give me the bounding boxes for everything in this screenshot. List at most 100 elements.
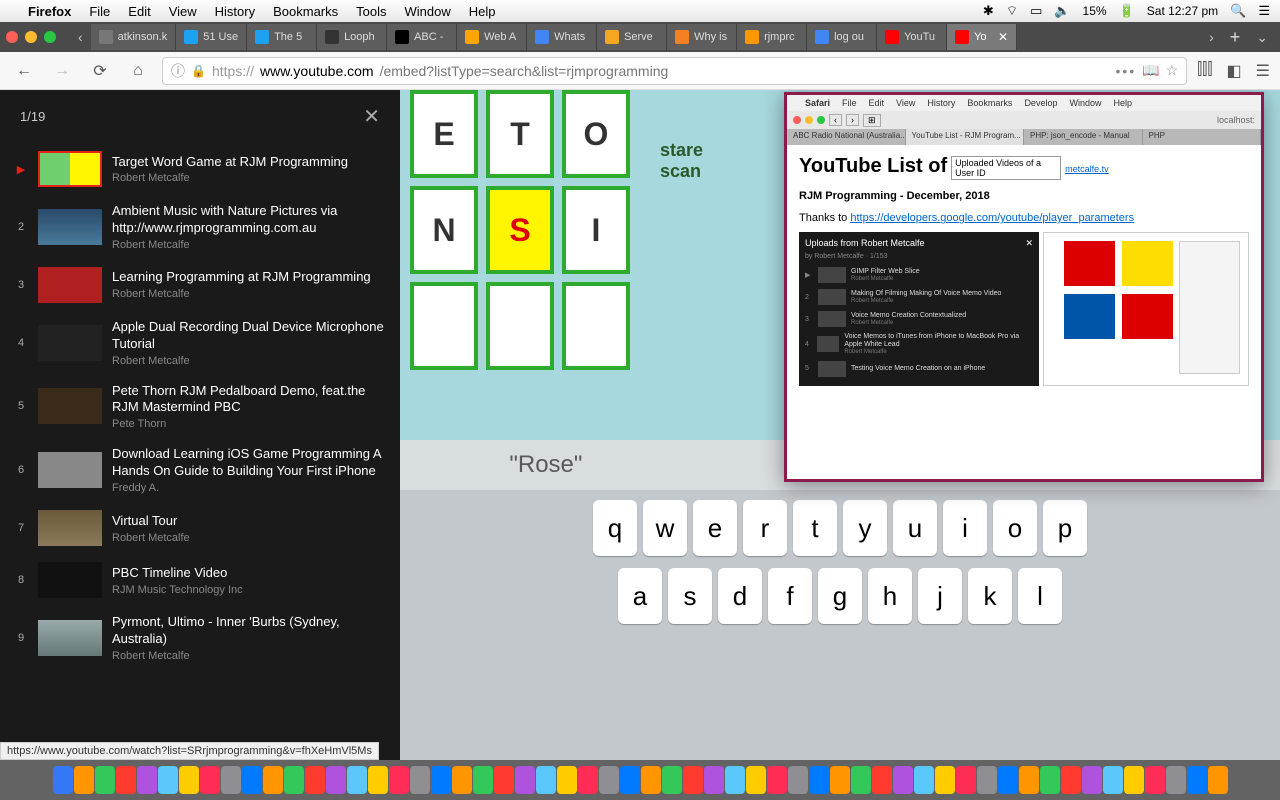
wifi-icon[interactable]: ⌔: [1006, 3, 1018, 19]
dock-app-icon[interactable]: [1166, 766, 1186, 794]
safari-playlist-item[interactable]: 4Voice Memos to iTunes from iPhone to Ma…: [805, 330, 1033, 357]
safari-playlist-item[interactable]: 2Making Of Filming Making Of Voice Memo …: [805, 286, 1033, 308]
safari-app-name[interactable]: Safari: [805, 98, 830, 108]
menu-history[interactable]: History: [215, 4, 255, 19]
battery-icon[interactable]: 🔋: [1119, 3, 1135, 19]
app-name[interactable]: Firefox: [28, 4, 71, 19]
browser-tab[interactable]: The 5: [247, 24, 317, 50]
dock-app-icon[interactable]: [620, 766, 640, 794]
suggestion[interactable]: "Rose": [509, 451, 582, 479]
dock-app-icon[interactable]: [347, 766, 367, 794]
safari-playlist-item[interactable]: 3Voice Memo Creation ContextualizedRober…: [805, 308, 1033, 330]
safari-url[interactable]: localhost:: [1217, 115, 1255, 125]
playlist-close-icon[interactable]: ✕: [363, 104, 380, 129]
menu-tools[interactable]: Tools: [356, 4, 386, 19]
browser-tab[interactable]: Serve: [597, 24, 667, 50]
dock-app-icon[interactable]: [725, 766, 745, 794]
dock-app-icon[interactable]: [242, 766, 262, 794]
volume-icon[interactable]: 🔈: [1054, 3, 1070, 19]
playlist-item[interactable]: 6Download Learning iOS Game Programming …: [0, 438, 400, 502]
zoom-window-button[interactable]: [44, 31, 56, 43]
keyboard-key[interactable]: f: [768, 568, 812, 624]
keyboard-key[interactable]: r: [743, 500, 787, 556]
sidebar-icon[interactable]: ◧: [1227, 61, 1242, 81]
playlist-item[interactable]: 8PBC Timeline VideoRJM Music Technology …: [0, 554, 400, 606]
menu-view[interactable]: View: [169, 4, 197, 19]
safari-menu[interactable]: View: [896, 98, 915, 108]
page-actions-icon[interactable]: •••: [1115, 63, 1136, 79]
back-button[interactable]: ←: [10, 57, 38, 85]
dock-app-icon[interactable]: [830, 766, 850, 794]
safari-close-button[interactable]: [793, 116, 801, 124]
dock-app-icon[interactable]: [74, 766, 94, 794]
keyboard-key[interactable]: u: [893, 500, 937, 556]
safari-menu[interactable]: Bookmarks: [967, 98, 1012, 108]
browser-tab[interactable]: YouTu: [877, 24, 947, 50]
browser-tab[interactable]: atkinson.k: [91, 24, 177, 50]
dock-app-icon[interactable]: [893, 766, 913, 794]
playlist-item[interactable]: 2Ambient Music with Nature Pictures via …: [0, 195, 400, 259]
playlist-item[interactable]: ▶Target Word Game at RJM ProgrammingRobe…: [0, 143, 400, 195]
forward-button[interactable]: →: [48, 57, 76, 85]
safari-back-button[interactable]: ‹: [829, 114, 842, 126]
dock-app-icon[interactable]: [263, 766, 283, 794]
dock-app-icon[interactable]: [515, 766, 535, 794]
dock-app-icon[interactable]: [578, 766, 598, 794]
safari-forward-button[interactable]: ›: [846, 114, 859, 126]
safari-tab[interactable]: YouTube List - RJM Program...: [906, 129, 1025, 145]
dock-app-icon[interactable]: [368, 766, 388, 794]
dock-app-icon[interactable]: [200, 766, 220, 794]
dock-app-icon[interactable]: [158, 766, 178, 794]
menu-extras-icon[interactable]: ☰: [1258, 3, 1270, 19]
safari-menu[interactable]: Window: [1069, 98, 1101, 108]
dock-app-icon[interactable]: [116, 766, 136, 794]
bookmark-star-icon[interactable]: ☆: [1166, 62, 1179, 79]
dock-app-icon[interactable]: [536, 766, 556, 794]
tab-nav-back[interactable]: ‹: [72, 29, 89, 45]
safari-sidebar-button[interactable]: ⊞: [863, 114, 881, 127]
tab-list-button[interactable]: ⌄: [1250, 29, 1274, 46]
keyboard-key[interactable]: o: [993, 500, 1037, 556]
browser-tab[interactable]: rjmprc: [737, 24, 807, 50]
browser-tab[interactable]: Why is: [667, 24, 737, 50]
safari-menu[interactable]: File: [842, 98, 857, 108]
thanks-link[interactable]: https://developers.google.com/youtube/pl…: [850, 212, 1134, 224]
dock-app-icon[interactable]: [662, 766, 682, 794]
browser-tab[interactable]: Yo✕: [947, 24, 1017, 50]
safari-playlist-close-icon[interactable]: ✕: [1025, 238, 1033, 249]
keyboard-key[interactable]: s: [668, 568, 712, 624]
dock-app-icon[interactable]: [683, 766, 703, 794]
keyboard-key[interactable]: i: [943, 500, 987, 556]
keyboard-key[interactable]: j: [918, 568, 962, 624]
safari-menu[interactable]: Edit: [869, 98, 885, 108]
menu-help[interactable]: Help: [469, 4, 496, 19]
menu-window[interactable]: Window: [405, 4, 451, 19]
dock-app-icon[interactable]: [956, 766, 976, 794]
minimize-window-button[interactable]: [25, 31, 37, 43]
hamburger-menu-icon[interactable]: ☰: [1256, 61, 1270, 81]
reader-mode-icon[interactable]: 📖: [1142, 62, 1159, 79]
close-window-button[interactable]: [6, 31, 18, 43]
playlist-item[interactable]: 5Pete Thorn RJM Pedalboard Demo, feat.th…: [0, 375, 400, 439]
safari-tab[interactable]: PHP: json_encode - Manual: [1024, 129, 1143, 145]
safari-playlist-item[interactable]: 5Testing Voice Memo Creation on an iPhon…: [805, 358, 1033, 380]
dock-app-icon[interactable]: [977, 766, 997, 794]
playlist-item[interactable]: 9Pyrmont, Ultimo - Inner 'Burbs (Sydney,…: [0, 606, 400, 670]
address-field[interactable]: ⓘ 🔒 https://www.youtube.com/embed?listTy…: [162, 57, 1187, 85]
dock-app-icon[interactable]: [1103, 766, 1123, 794]
dock-app-icon[interactable]: [998, 766, 1018, 794]
keyboard-key[interactable]: y: [843, 500, 887, 556]
dock-app-icon[interactable]: [53, 766, 73, 794]
home-button[interactable]: ⌂: [124, 57, 152, 85]
keyboard-key[interactable]: l: [1018, 568, 1062, 624]
keyboard-key[interactable]: g: [818, 568, 862, 624]
site-info-icon[interactable]: ⓘ: [171, 61, 185, 81]
dock-app-icon[interactable]: [935, 766, 955, 794]
playlist-item[interactable]: 3Learning Programming at RJM Programming…: [0, 259, 400, 311]
menu-bookmarks[interactable]: Bookmarks: [273, 4, 338, 19]
display-icon[interactable]: ▭: [1030, 3, 1042, 19]
dock-app-icon[interactable]: [1145, 766, 1165, 794]
keyboard-key[interactable]: q: [593, 500, 637, 556]
dock-app-icon[interactable]: [788, 766, 808, 794]
keyboard-key[interactable]: w: [643, 500, 687, 556]
